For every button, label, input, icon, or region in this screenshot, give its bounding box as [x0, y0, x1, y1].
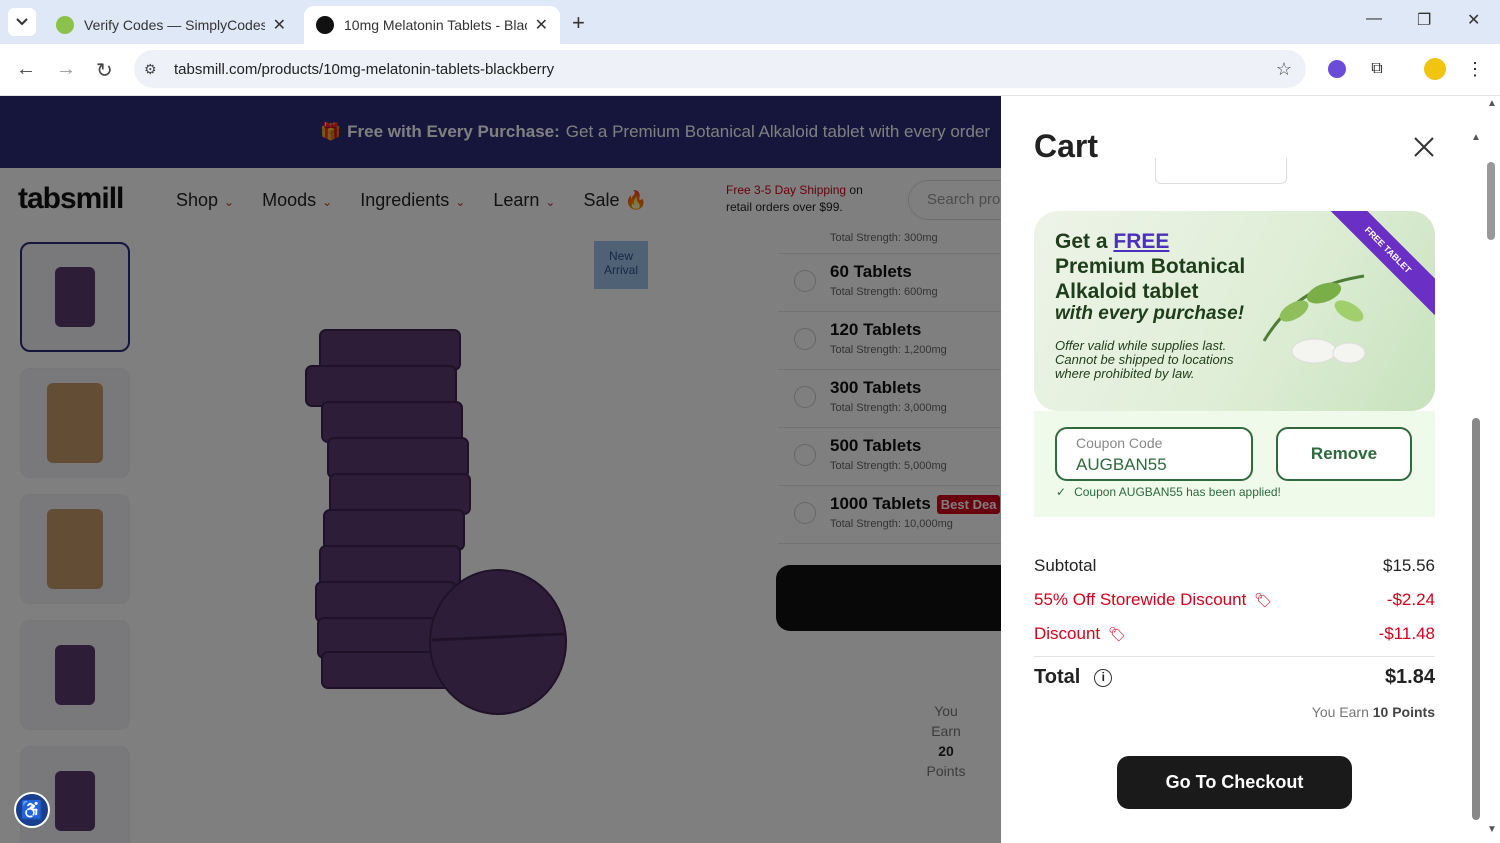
browser-toolbar: ← → ↻ ⚙ tabsmill.com/products/10mg-melat… — [0, 44, 1500, 96]
minimize-icon[interactable]: — — [1366, 10, 1382, 28]
close-window-icon[interactable]: ✕ — [1467, 10, 1480, 30]
info-icon[interactable]: i — [1094, 668, 1113, 687]
discount-row: Discount 🏷 -$11.48 — [1034, 624, 1435, 644]
accessibility-icon[interactable]: ♿ — [14, 792, 50, 828]
scroll-up-icon[interactable]: ▲ — [1471, 132, 1481, 143]
botanical-tablets-image — [1262, 274, 1366, 364]
subtotal-row: Subtotal $15.56 — [1034, 556, 1435, 576]
close-tab-icon[interactable]: ✕ — [535, 15, 548, 35]
tab-title: Verify Codes — SimplyCodes — [84, 17, 265, 33]
bookmark-star-icon[interactable]: ☆ — [1276, 59, 1292, 80]
scrollbar-thumb[interactable] — [1472, 418, 1480, 820]
scroll-down-icon[interactable]: ▼ — [1487, 824, 1497, 835]
close-icon[interactable] — [1411, 134, 1437, 160]
cart-scrollbar[interactable]: ▲ ▲ ▼ — [1467, 96, 1500, 843]
divider — [1034, 656, 1435, 657]
checkout-button[interactable]: Go To Checkout — [1117, 756, 1352, 809]
storewide-discount-row: 55% Off Storewide Discount 🏷 -$2.24 — [1034, 590, 1435, 610]
url-text[interactable]: tabsmill.com/products/10mg-melatonin-tab… — [174, 61, 554, 78]
quantity-stepper[interactable] — [1155, 158, 1287, 184]
tag-icon: 🏷 — [1254, 592, 1273, 608]
banner-subline: with every purchase! — [1055, 303, 1245, 324]
subtotal-value: $15.56 — [1383, 556, 1435, 575]
coupon-code-input[interactable]: AUGBAN55 — [1076, 455, 1167, 475]
profile-avatar-icon[interactable] — [1424, 58, 1446, 80]
close-tab-icon[interactable]: ✕ — [273, 15, 286, 35]
scrollbar-thumb[interactable] — [1487, 162, 1495, 240]
chevron-down-icon — [16, 18, 28, 26]
tab-simplycodes[interactable]: Verify Codes — SimplyCodes ✕ — [44, 6, 298, 44]
restore-icon[interactable]: ❐ — [1417, 10, 1431, 30]
site-info-icon[interactable]: ⚙ — [144, 61, 162, 78]
earn-points: You Earn 10 Points — [1311, 704, 1435, 720]
simplycodes-favicon-icon — [56, 16, 74, 34]
subtotal-label: Subtotal — [1034, 556, 1097, 575]
reload-icon[interactable]: ↻ — [96, 58, 113, 83]
cart-title: Cart — [1034, 128, 1099, 164]
discount-value: -$11.48 — [1378, 624, 1435, 643]
tab-search-button[interactable] — [8, 8, 36, 36]
coupon-section: Coupon Code AUGBAN55 Remove ✓ Coupon AUGB… — [1034, 411, 1435, 517]
banner-headline: Get a FREE Premium Botanical Alkaloid ta… — [1055, 230, 1246, 303]
check-icon: ✓ — [1056, 485, 1067, 499]
tabsmill-favicon-icon — [316, 16, 334, 34]
free-tablet-banner: Get a FREE Premium Botanical Alkaloid ta… — [1034, 211, 1435, 411]
coupon-applied-message: ✓ Coupon AUGBAN55 has been applied! — [1056, 485, 1281, 499]
total-label: Total — [1034, 666, 1081, 688]
total-value: $1.84 — [1384, 666, 1435, 688]
new-tab-icon[interactable]: + — [572, 10, 585, 36]
cart-drawer: Cart Get a FREE Premium Botanical Alkalo… — [1001, 96, 1500, 843]
storewide-discount-value: -$2.24 — [1386, 590, 1435, 609]
extension-icon[interactable] — [1326, 58, 1348, 80]
extensions-puzzle-icon[interactable]: ⧉ — [1366, 58, 1388, 80]
tab-tabsmill[interactable]: 10mg Melatonin Tablets - Black ✕ — [304, 6, 560, 44]
total-row: Total i $1.84 — [1034, 666, 1435, 689]
modal-overlay[interactable] — [0, 96, 1001, 843]
address-bar[interactable]: ⚙ tabsmill.com/products/10mg-melatonin-t… — [134, 50, 1306, 88]
browser-tab-bar: Verify Codes — SimplyCodes ✕ 10mg Melato… — [0, 0, 1500, 44]
coupon-label: Coupon Code — [1076, 435, 1163, 451]
banner-fineprint: Offer valid while supplies last. Cannot … — [1055, 338, 1234, 381]
remove-coupon-button[interactable]: Remove — [1276, 427, 1412, 481]
tab-title: 10mg Melatonin Tablets - Black — [344, 17, 527, 33]
storewide-discount-label: 55% Off Storewide Discount — [1034, 590, 1247, 609]
scroll-up-icon[interactable]: ▲ — [1487, 98, 1497, 109]
more-menu-icon[interactable]: ⋮ — [1464, 58, 1486, 80]
discount-label: Discount — [1034, 624, 1101, 643]
forward-icon[interactable]: → — [56, 58, 76, 81]
back-icon[interactable]: ← — [16, 58, 36, 81]
tag-icon: 🏷 — [1108, 626, 1126, 642]
coupon-code-field[interactable]: Coupon Code AUGBAN55 — [1055, 427, 1253, 481]
